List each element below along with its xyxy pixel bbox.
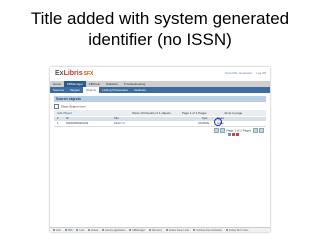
sfx-screenshot: ExLibrisSFX OpenURL Generator Log Off Ho…	[50, 67, 270, 232]
results-count: Show 10 Results of 1 objects	[132, 110, 171, 116]
table-header: # ID Title Type Status	[54, 117, 266, 121]
sub-nav: Sources Targets Objects Linking Parameters I…	[50, 87, 270, 93]
col-type[interactable]: Type	[202, 117, 207, 121]
taskbar-item[interactable]: Delete	[88, 229, 99, 232]
col-num[interactable]: #	[57, 117, 58, 121]
footer-pager: Page 1 of 1 Pages	[214, 128, 264, 133]
taskbar-item[interactable]: Intro	[53, 229, 61, 232]
add-object-button[interactable]: Add Object	[57, 110, 72, 116]
row-object-id: 3000000000001234	[66, 122, 89, 125]
sub-nav-linking-parameters[interactable]: Linking Parameters	[99, 87, 131, 93]
filter-row: Show Search form	[54, 104, 266, 109]
row-type: JOURNAL	[198, 122, 210, 125]
last-page-icon[interactable]	[258, 128, 264, 133]
taskbar: Intro PDF Lists Delete Library applicati…	[50, 227, 270, 232]
logo-sfx: SFX	[83, 71, 94, 77]
row-number: 1	[57, 122, 59, 125]
col-id[interactable]: ID	[66, 117, 69, 121]
app-header: ExLibrisSFX OpenURL Generator Log Off	[50, 67, 270, 81]
logo-ex: Ex	[55, 70, 64, 77]
taskbar-item[interactable]: Directory	[149, 229, 162, 232]
page-indicator: Page 1 of 1 Pages	[182, 111, 207, 115]
first-page-icon[interactable]	[214, 128, 220, 133]
logo-libris: Libris	[63, 70, 83, 77]
taskbar-item[interactable]: Institute Area Activation	[193, 229, 222, 232]
exlibris-sfx-logo: ExLibrisSFX	[55, 70, 93, 77]
sub-nav-targets[interactable]: Targets	[67, 87, 83, 93]
taskbar-item[interactable]: Library application	[102, 229, 126, 232]
taskbar-item[interactable]: Follow these Links	[165, 229, 189, 232]
prev-page-icon[interactable]	[220, 128, 226, 133]
taskbar-item[interactable]: KBManager	[129, 229, 145, 232]
results-toolbar: Add Object Show 10 Results of 1 objects …	[54, 110, 266, 116]
show-label: Show	[132, 111, 140, 115]
taskbar-item[interactable]: Follow SFX Instrs	[225, 229, 248, 232]
highlight-circle	[214, 118, 222, 126]
taskbar-item[interactable]: Lists	[76, 229, 85, 232]
results-label: Results of 1 objects	[144, 111, 171, 115]
show-search-form-label: Show Search form	[60, 104, 86, 109]
sub-nav-institutes[interactable]: Institutes	[131, 87, 149, 93]
jump-to-page[interactable]: Jump to page	[224, 110, 242, 116]
slide-title-line-1: Title added with system generated	[30, 9, 290, 28]
slide-title-line-2: identifier (no ISSN)	[88, 30, 232, 49]
user-links: OpenURL Generator Log Off	[222, 71, 266, 75]
footer-page-indicator: Page 1 of 1 Pages	[226, 128, 252, 133]
show-search-form-checkbox[interactable]	[54, 104, 59, 109]
openurl-generator-link[interactable]: OpenURL Generator	[225, 71, 253, 75]
section-title: Search objects	[54, 96, 266, 102]
sub-nav-sources[interactable]: Sources	[50, 87, 67, 93]
log-off-link[interactable]: Log Off	[256, 71, 266, 75]
next-page-icon[interactable]	[252, 128, 258, 133]
taskbar-item[interactable]: PDF	[64, 229, 73, 232]
sub-nav-objects[interactable]: Objects	[82, 87, 100, 93]
col-title[interactable]: Title	[114, 117, 119, 121]
slide-title: Title added with system generated identi…	[0, 8, 320, 50]
row-title-link[interactable]: Daiichi Yo	[114, 122, 125, 126]
show-count-select[interactable]: 10	[140, 111, 143, 115]
